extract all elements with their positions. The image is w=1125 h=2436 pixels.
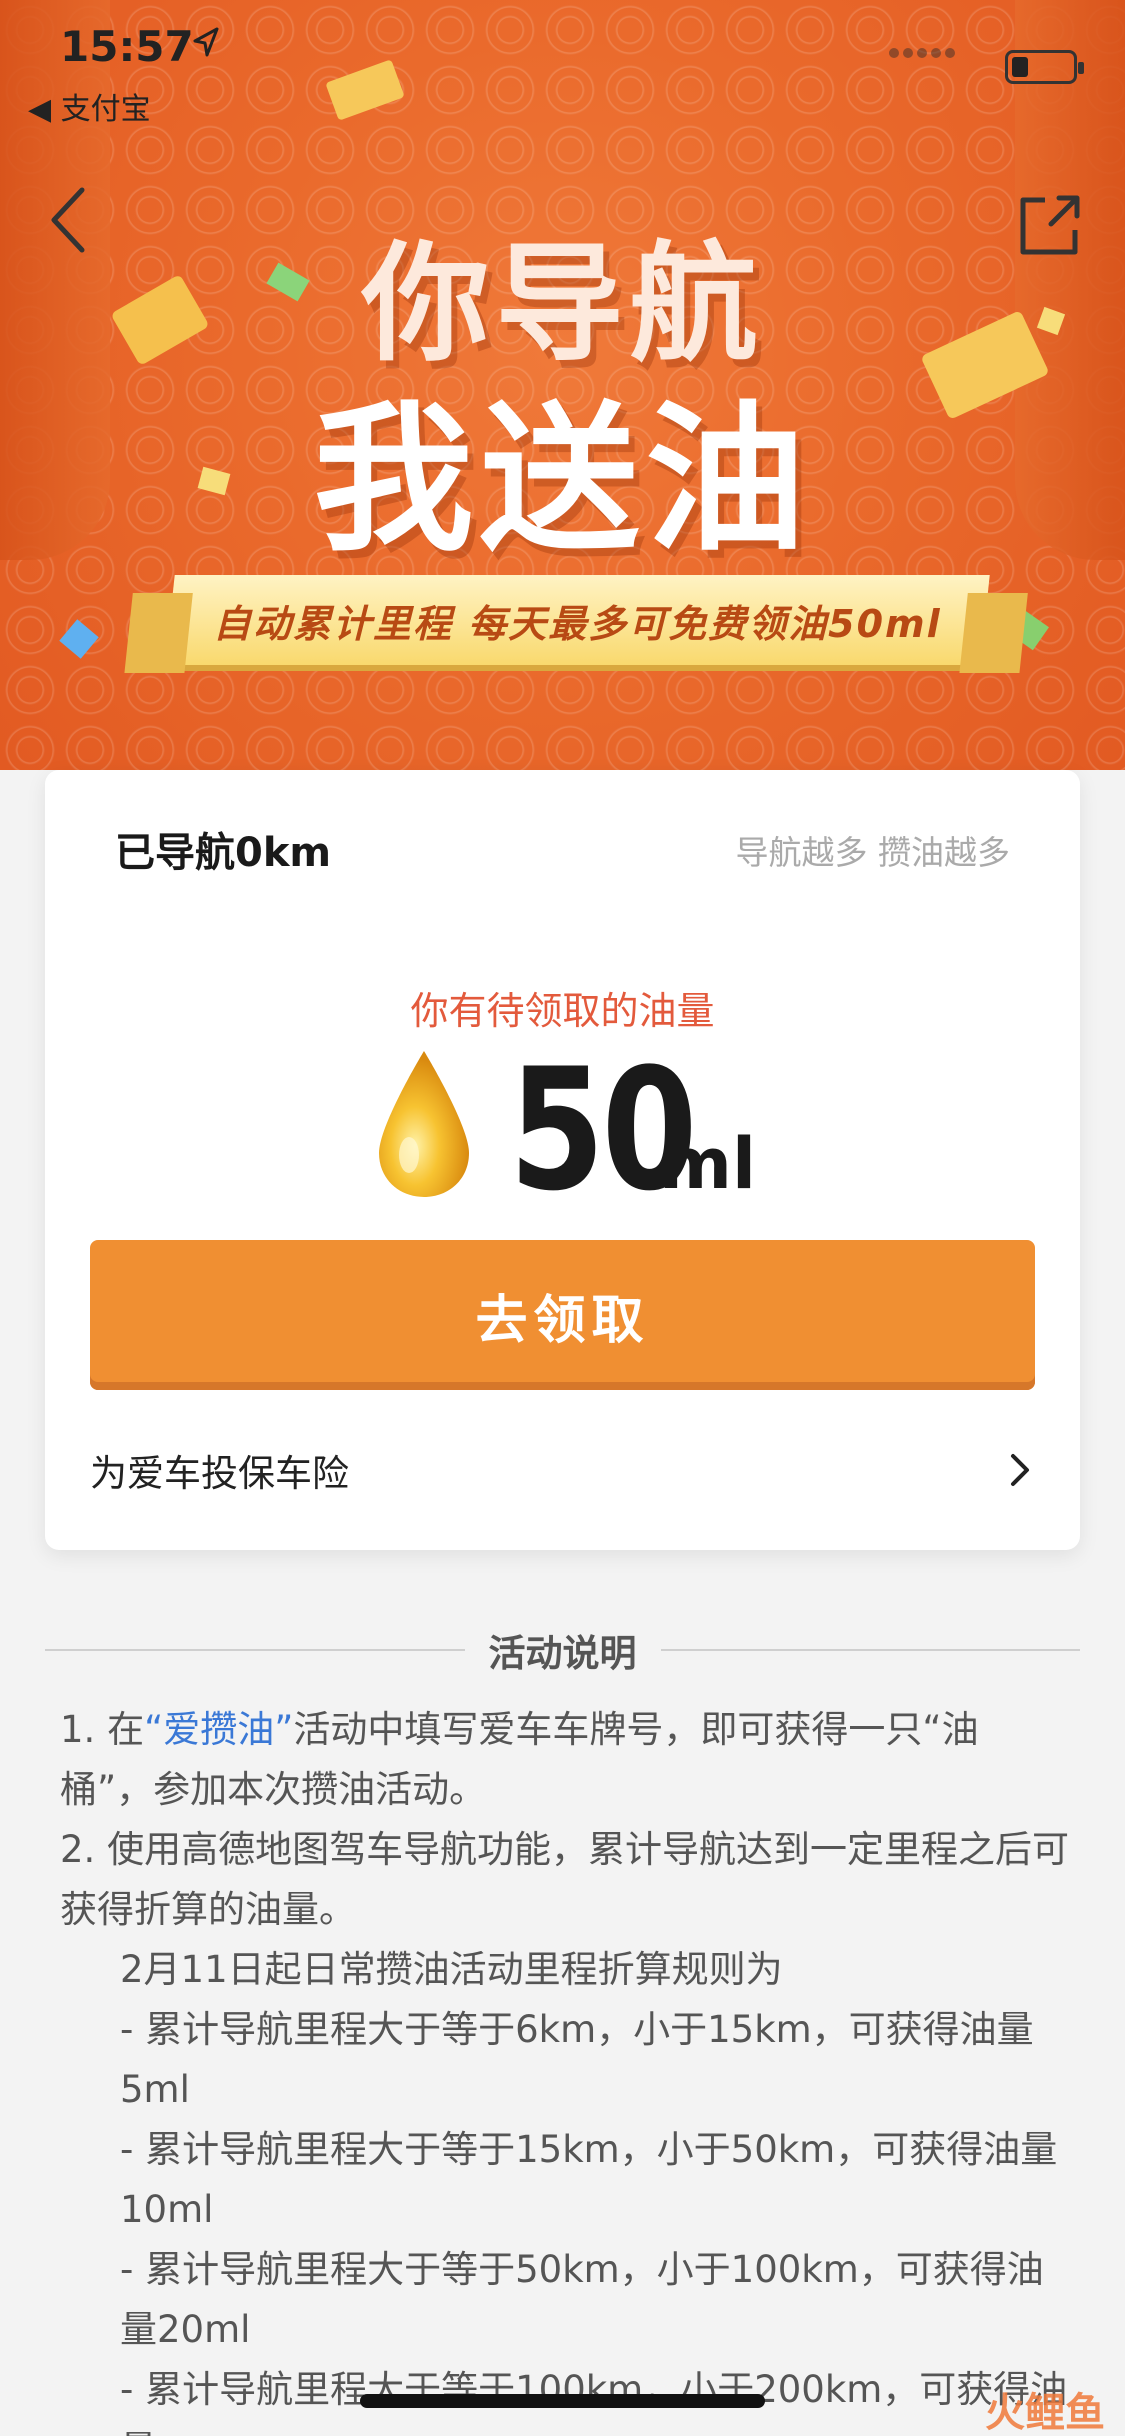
oil-amount: 50 ml <box>509 1032 756 1228</box>
divider <box>45 1649 465 1651</box>
car-insurance-row[interactable]: 为爱车投保车险 <box>90 1430 1035 1510</box>
chevron-right-icon <box>1011 1454 1029 1486</box>
ribbon-text: 自动累计里程 每天最多可免费领油50ml <box>213 601 942 646</box>
signal-icon <box>889 48 955 58</box>
card-slogan: 导航越多 攒油越多 <box>735 833 1011 872</box>
rule-tier-3: - 累计导航里程大于等于50km，小于100km，可获得油量20ml <box>120 2248 1044 2351</box>
home-indicator[interactable] <box>360 2394 765 2408</box>
car-insurance-label: 为爱车投保车险 <box>90 1452 349 1495</box>
watermark-logo: 火鲤鱼 <box>985 2390 1105 2436</box>
oil-card: 已导航0km 导航越多 攒油越多 你有待领取的油量 50 ml 去领取 为爱车投… <box>45 770 1080 1550</box>
pending-oil-label: 你有待领取的油量 <box>410 989 715 1033</box>
oil-amount-row: 50 ml <box>45 1032 1080 1228</box>
rules-body: 1. 在“爱攒油”活动中填写爱车车牌号，即可获得一只“油桶”，参加本次攒油活动。… <box>60 1700 1070 2436</box>
rules-header: 活动说明 <box>45 1620 1080 1680</box>
location-arrow-icon <box>190 26 220 69</box>
status-bar: 15:57 ◀ 支付宝 <box>0 0 1125 130</box>
status-time: 15:57 <box>60 22 194 71</box>
rule-intro: 2月11日起日常攒油活动里程折算规则为 <box>120 1948 783 1991</box>
rule-item-1: 1. 在“爱攒油”活动中填写爱车车牌号，即可获得一只“油桶”，参加本次攒油活动。 <box>60 1708 979 1811</box>
back-to-alipay-link[interactable]: ◀ 支付宝 <box>28 84 151 128</box>
divider <box>660 1649 1080 1651</box>
ai-zan-you-link[interactable]: “爱攒油” <box>144 1708 293 1751</box>
claim-oil-button[interactable]: 去领取 <box>90 1240 1035 1390</box>
oil-amount-number: 50 <box>509 1032 697 1228</box>
battery-icon <box>1005 50 1084 84</box>
banner-title-line2: 我送油 <box>313 386 812 573</box>
rule-tier-1: - 累计导航里程大于等于6km，小于15km，可获得油量5ml <box>120 2008 1034 2111</box>
banner-ribbon: 自动累计里程 每天最多可免费领油50ml <box>165 575 990 665</box>
oil-drop-icon <box>379 1051 470 1197</box>
rule-item-2: 2. 使用高德地图驾车导航功能，累计导航达到一定里程之后可获得折算的油量。 <box>60 1828 1070 1931</box>
rules-title: 活动说明 <box>488 1632 637 1675</box>
rule-tier-2: - 累计导航里程大于等于15km，小于50km，可获得油量10ml <box>120 2128 1058 2231</box>
navigated-distance: 已导航0km <box>115 830 332 876</box>
hero-banner: 15:57 ◀ 支付宝 你导航 我送油 自动累计里程 每天最多可免费领油50ml <box>0 0 1125 770</box>
